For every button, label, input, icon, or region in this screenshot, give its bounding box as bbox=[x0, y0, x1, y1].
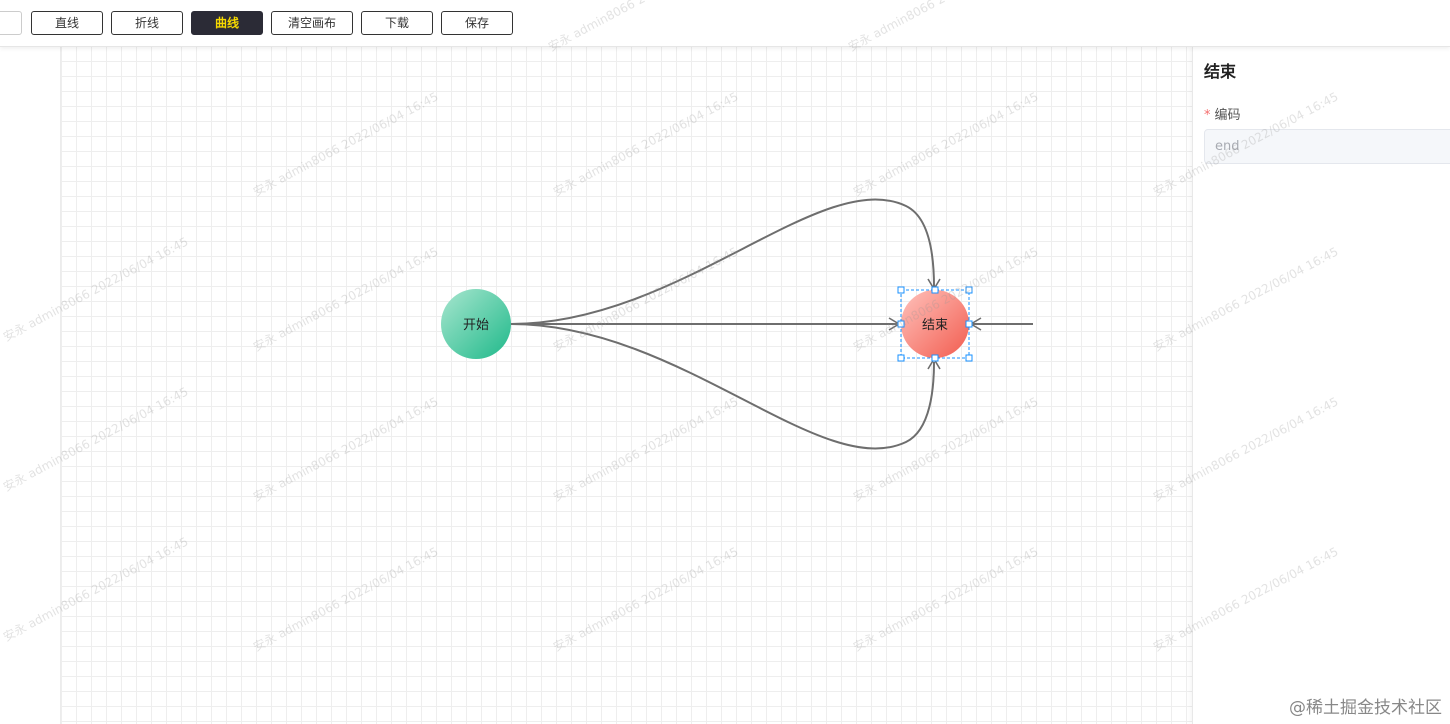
left-sidebar bbox=[0, 46, 61, 724]
anchor-bottom[interactable] bbox=[931, 354, 939, 362]
start-node-label: 开始 bbox=[463, 318, 489, 333]
graph-svg: 开始 结束 bbox=[441, 198, 1033, 450]
end-node[interactable]: 结束 bbox=[901, 290, 969, 358]
anchor-right[interactable] bbox=[965, 320, 973, 328]
polyline-button[interactable]: 折线 bbox=[111, 11, 183, 35]
toolbar-partial-button[interactable] bbox=[0, 11, 22, 35]
resize-handle-nw[interactable] bbox=[897, 286, 905, 294]
property-panel: 结束 * 编码 bbox=[1192, 46, 1450, 724]
resize-handle-se[interactable] bbox=[965, 354, 973, 362]
start-node[interactable]: 开始 bbox=[441, 289, 511, 359]
curve-button[interactable]: 曲线 bbox=[191, 11, 263, 35]
panel-title: 结束 bbox=[1204, 62, 1237, 81]
save-button[interactable]: 保存 bbox=[441, 11, 513, 35]
resize-handle-ne[interactable] bbox=[965, 286, 973, 294]
edge-start-to-end-bottom-curve[interactable] bbox=[510, 323, 935, 450]
end-node-label: 结束 bbox=[922, 318, 948, 333]
code-label-text: 编码 bbox=[1214, 108, 1241, 123]
graph-canvas[interactable]: 开始 结束 bbox=[61, 46, 1192, 724]
anchor-left[interactable] bbox=[897, 320, 905, 328]
download-button[interactable]: 下载 bbox=[361, 11, 433, 35]
code-field-label: * 编码 bbox=[1204, 104, 1241, 123]
source-credit: @稀土掘金技术社区 bbox=[1289, 693, 1442, 718]
edge-start-to-end-top-curve[interactable] bbox=[510, 198, 935, 325]
anchor-top[interactable] bbox=[931, 286, 939, 294]
toolbar: 直线 折线 曲线 清空画布 下载 保存 bbox=[0, 0, 1450, 47]
required-mark: * bbox=[1204, 108, 1211, 123]
clear-canvas-button[interactable]: 清空画布 bbox=[271, 11, 353, 35]
resize-handle-sw[interactable] bbox=[897, 354, 905, 362]
code-input[interactable] bbox=[1204, 129, 1450, 164]
straight-line-button[interactable]: 直线 bbox=[31, 11, 103, 35]
